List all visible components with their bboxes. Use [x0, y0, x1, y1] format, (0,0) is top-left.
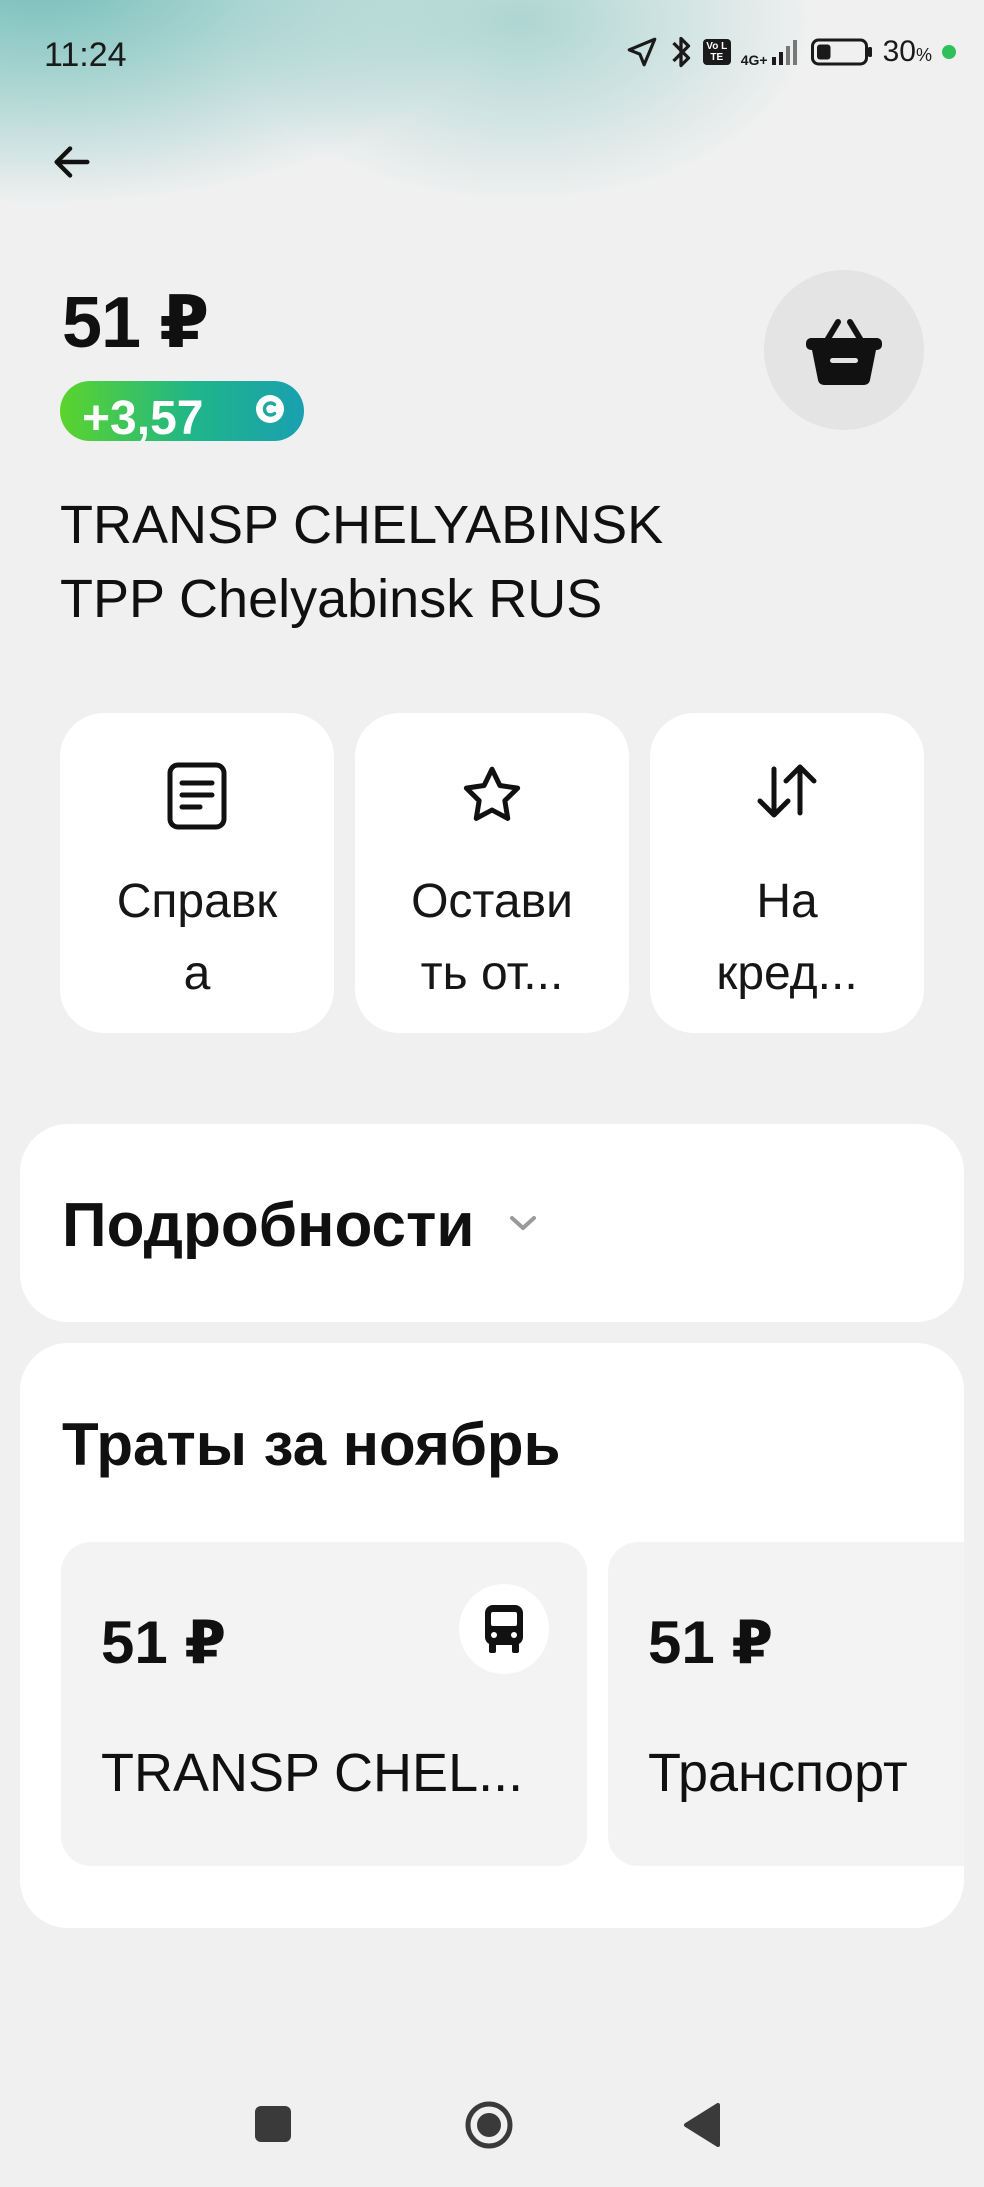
- bus-category-badge: [459, 1584, 549, 1674]
- status-time: 11:24: [44, 36, 127, 74]
- spending-tile-category[interactable]: 51 ₽ Транспорт: [608, 1542, 964, 1866]
- bluetooth-icon: [672, 36, 690, 68]
- credit-action-card[interactable]: На кред...: [650, 713, 924, 1033]
- tile-amount: 51 ₽: [101, 1609, 227, 1676]
- network-type: 4G+: [740, 52, 768, 68]
- cashback-coin-icon: [256, 395, 284, 423]
- battery-percent: 30%: [882, 35, 932, 68]
- system-back-button[interactable]: [682, 2100, 722, 2150]
- volte-badge: Vo LTE: [702, 39, 731, 65]
- arrow-left-icon: [54, 146, 90, 178]
- arrows-swap-icon: [650, 761, 924, 841]
- transaction-amount: 51 ₽: [62, 283, 209, 363]
- tile-category-name: Транспорт: [648, 1743, 908, 1803]
- merchant-line-2: TPP Chelyabinsk RUS: [60, 569, 603, 629]
- signal-bars-icon: [771, 40, 797, 65]
- home-button[interactable]: [464, 2100, 514, 2150]
- basket-icon: [806, 319, 882, 386]
- cashback-badge[interactable]: +3,57: [60, 381, 304, 441]
- cashback-value: +3,57: [82, 392, 204, 441]
- basket-button[interactable]: [764, 270, 924, 430]
- details-title: Подробности: [62, 1191, 475, 1260]
- location-arrow-icon: [627, 37, 657, 67]
- spending-title: Траты за ноябрь: [62, 1411, 561, 1478]
- privacy-dot: [942, 45, 956, 59]
- document-icon: [60, 761, 334, 841]
- recent-apps-button[interactable]: [255, 2106, 291, 2142]
- merchant-name: TRANSP CHELYABINSK TPP Chelyabinsk RUS: [60, 488, 860, 636]
- chevron-down-icon: [510, 1216, 536, 1230]
- signal-indicator: 4G+: [741, 37, 801, 67]
- bus-icon: [485, 1605, 523, 1653]
- details-section[interactable]: Подробности: [20, 1124, 964, 1322]
- spending-tile-merchant[interactable]: 51 ₽ TRANSP CHEL...: [61, 1542, 587, 1866]
- action-label-receipt: Справк а: [116, 875, 278, 1000]
- action-label-credit: На кред...: [716, 875, 858, 1000]
- tile-amount: 51 ₽: [648, 1609, 774, 1676]
- back-button[interactable]: [40, 130, 104, 194]
- action-label-review: Остави ть от...: [411, 875, 573, 1000]
- status-icons: Vo LTE 4G+ 30%: [625, 30, 956, 74]
- star-icon: [355, 761, 629, 841]
- battery-icon: [810, 38, 872, 66]
- monthly-spending-section: Траты за ноябрь 51 ₽ TRANSP CHEL... 51 ₽…: [20, 1343, 964, 1928]
- review-action-card[interactable]: Остави ть от...: [355, 713, 629, 1033]
- tile-merchant-name: TRANSP CHEL...: [101, 1743, 524, 1803]
- merchant-line-1: TRANSP CHELYABINSK: [60, 495, 664, 555]
- receipt-action-card[interactable]: Справк а: [60, 713, 334, 1033]
